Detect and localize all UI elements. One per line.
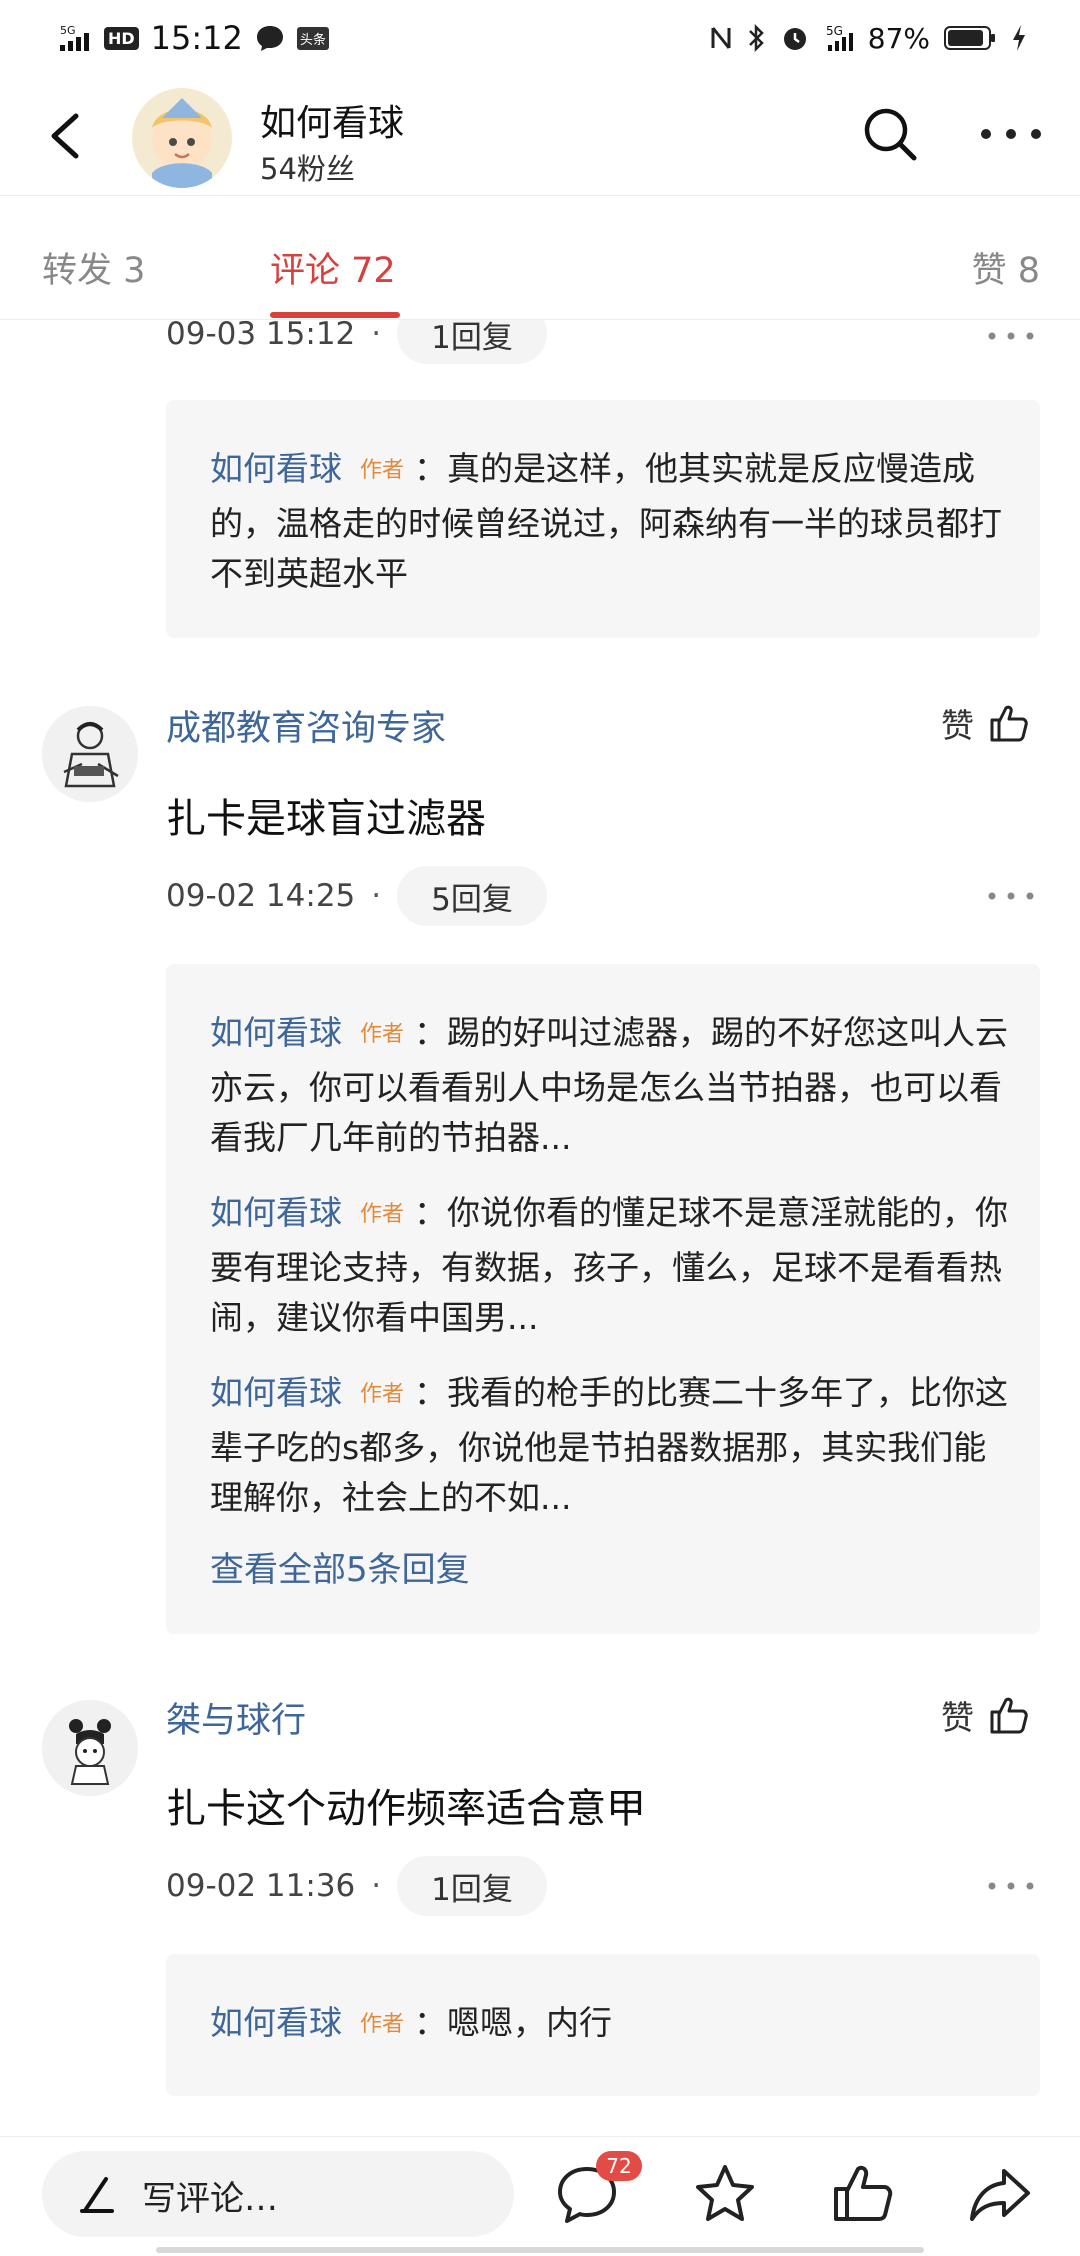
comment-meta: 09-02 11:36 · 1回复 [166,1856,547,1916]
comment-count-badge: 72 [596,2151,642,2181]
reply-count-button[interactable]: 1回复 [397,320,547,364]
battery-percent: 87% [867,21,930,55]
author-tag: 作者 [360,1202,405,1227]
signal-icon: 5G [60,24,89,51]
author-tag: 作者 [360,1022,405,1047]
like-label: 赞 [941,706,974,745]
author-tag: 作者 [360,1382,405,1407]
tab-likes[interactable]: 赞 8 [972,242,1040,293]
comment-more-icon[interactable] [986,886,1036,906]
commenter-avatar[interactable] [42,706,138,802]
reply-item[interactable]: 如何看球 作者 ：踢的好叫过滤器，踢的不好您这叫人云亦云，你可以看看别人中场是怎么当… [210,1008,1010,1163]
reply-box: 如何看球 作者 ：真的是这样，他其实就是反应慢造成的，温格走的时候曾经说过，阿森纳有… [166,400,1040,638]
author-tag: 作者 [360,2012,405,2037]
comment-more-icon[interactable] [986,1876,1036,1896]
commenter-avatar[interactable] [42,1700,138,1796]
reply-item[interactable]: 如何看球 作者 ：我看的枪手的比赛二十多年了，比你这辈子吃的s都多，你说他是节拍器数… [210,1368,1010,1523]
comment-time: 09-02 14:25 [166,878,356,914]
status-time: 15:12 [150,19,243,57]
like-button[interactable]: 赞 [941,1690,1030,1740]
reply-author[interactable]: 如何看球 [210,449,342,488]
commenter-name[interactable]: 成都教育咨询专家 [166,700,446,751]
tab-comments[interactable]: 评论 72 [270,242,396,293]
comment-list[interactable]: 09-03 15:12 · 1回复 如何看球 作者 ：真的是这样，他其实就是反应慢造… [0,320,1080,2136]
comment-time: 09-03 15:12 [166,320,356,352]
header: 如何看球 54粉丝 [0,76,1080,196]
app-tag: 头条 [296,26,329,50]
write-comment-input[interactable]: 写评论… [42,2151,514,2237]
reply-author[interactable]: 如何看球 [210,2003,342,2042]
reply-item[interactable]: 如何看球 作者 ：你说你看的懂足球不是意淫就能的，你要有理论支持，有数据，孩子，懂么… [210,1188,1010,1343]
like-thumbs-up-icon[interactable] [830,2161,896,2227]
reply-author[interactable]: 如何看球 [210,1373,342,1412]
reply-box: 如何看球 作者 ：嗯嗯，内行 [166,1954,1040,2096]
message-bubble-icon [256,26,283,51]
hd-badge: HD [104,26,139,50]
battery-icon [944,26,995,50]
write-comment-placeholder: 写评论… [142,2179,278,2219]
network-label: 5G [826,24,843,38]
commenter-name[interactable]: 桀与球行 [166,1692,306,1743]
comment-text: 扎卡这个动作频率适合意甲 [166,1786,646,1832]
thumbs-up-icon [990,705,1028,742]
tab-bar: 转发 3 评论 72 赞 8 [0,196,1080,320]
bottom-action-bar: 写评论… 72 [0,2136,1080,2256]
comment-meta: 09-03 15:12 · 1回复 [166,320,547,364]
reply-text: ：嗯嗯，内行 [414,2003,613,2042]
more-options-icon[interactable] [976,112,1046,156]
search-icon[interactable] [860,104,920,164]
meta-separator: · [371,1868,382,1904]
network-5g-icon: 5G [826,24,853,51]
like-button[interactable]: 赞 [941,698,1030,748]
like-label: 赞 [941,1698,974,1737]
bluetooth-icon [748,23,764,53]
reply-author[interactable]: 如何看球 [210,1013,342,1052]
status-bar: 5G HD 15:12 头条 5G 87% [0,0,1080,76]
alarm-icon [783,28,806,50]
back-arrow-icon[interactable] [36,104,96,168]
favorite-star-icon[interactable] [692,2161,758,2227]
follower-count: 54粉丝 [260,152,355,186]
meta-separator: · [371,878,382,914]
charging-icon [1013,25,1025,51]
comment-time: 09-02 11:36 [166,1868,356,1904]
author-avatar[interactable] [132,88,232,188]
reply-item[interactable]: 如何看球 作者 ：真的是这样，他其实就是反应慢造成的，温格走的时候曾经说过，阿森纳有… [210,444,1010,599]
share-arrow-icon[interactable] [966,2161,1032,2227]
comment-text: 扎卡是球盲过滤器 [166,796,486,842]
gesture-bar [156,2247,924,2253]
active-tab-indicator [270,312,400,318]
reply-author[interactable]: 如何看球 [210,1193,342,1232]
comment-more-icon[interactable] [986,326,1036,346]
reply-count-button[interactable]: 5回复 [397,866,547,926]
author-tag: 作者 [360,458,405,483]
author-name[interactable]: 如何看球 [260,94,404,146]
reply-box: 如何看球 作者 ：踢的好叫过滤器，踢的不好您这叫人云亦云，你可以看看别人中场是怎么当… [166,964,1040,1634]
reply-item[interactable]: 如何看球 作者 ：嗯嗯，内行 [210,1998,1010,2053]
nfc-icon [711,27,731,49]
signal-label: 5G [60,24,76,37]
meta-separator: · [371,320,382,352]
thumbs-up-icon [990,1697,1028,1734]
reply-count-button[interactable]: 1回复 [397,1856,547,1916]
see-all-replies-link[interactable]: 查看全部5条回复 [210,1542,470,1591]
comment-meta: 09-02 14:25 · 5回复 [166,866,547,926]
tab-reposts[interactable]: 转发 3 [42,242,145,293]
pencil-icon [80,2177,114,2213]
